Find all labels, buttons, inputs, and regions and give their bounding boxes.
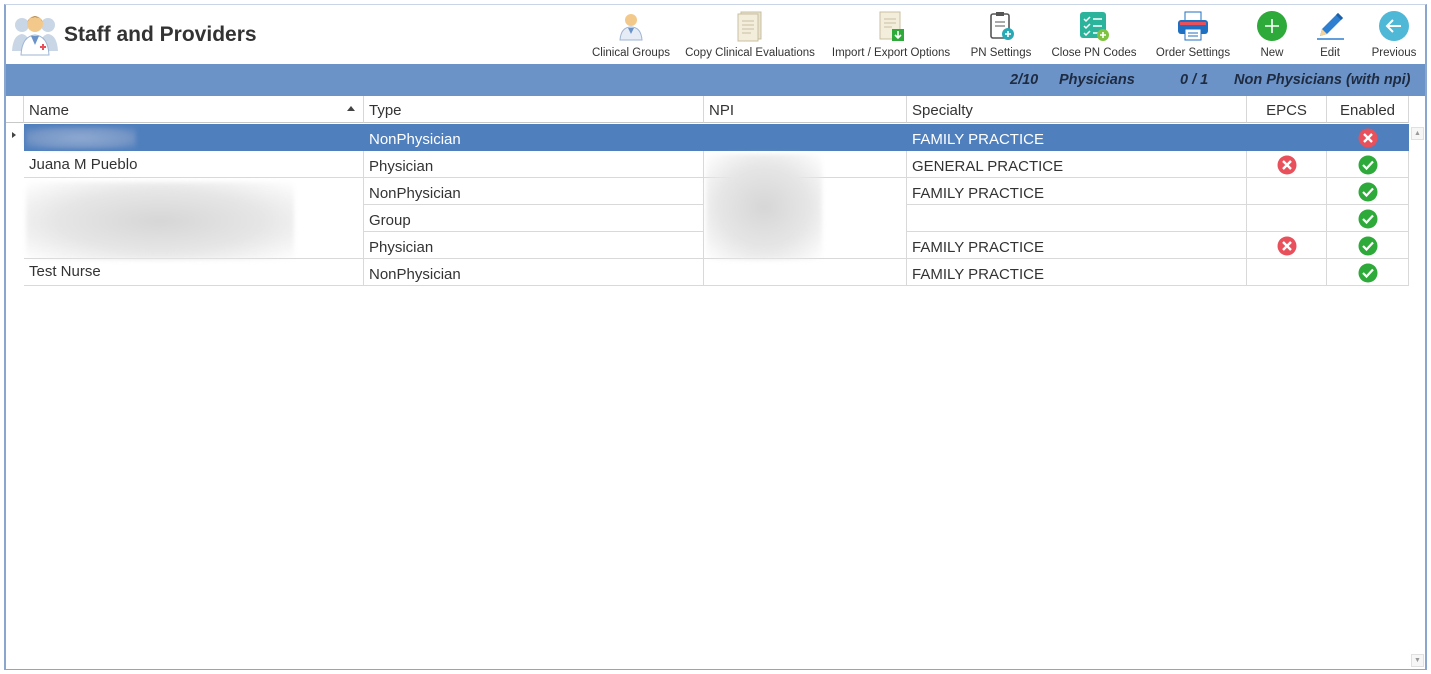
cell-type: Physician — [364, 151, 704, 178]
cell-enabled — [1327, 205, 1409, 232]
cell-specialty: FAMILY PRACTICE — [907, 178, 1247, 205]
nonphysicians-count: 0 / 1 — [1180, 72, 1209, 88]
document-copy-icon — [737, 11, 762, 42]
cell-type: NonPhysician — [364, 124, 704, 151]
redacted-names — [26, 182, 294, 260]
column-header-epcs[interactable]: EPCS — [1247, 96, 1327, 123]
physicians-label: Physicians — [1059, 72, 1135, 88]
arrow-left-circle-icon — [1379, 11, 1409, 41]
vertical-scrollbar[interactable]: ▲ ▼ — [1410, 124, 1425, 669]
nonphysicians-label: Non Physicians (with npi) — [1234, 72, 1411, 88]
row-header-corner — [6, 96, 24, 123]
printer-icon — [1178, 11, 1208, 41]
import-export-options-button[interactable]: Import / Export Options — [826, 5, 956, 63]
cell-name: Juana M Pueblo — [24, 151, 364, 178]
status-bar: 2/10 Physicians 0 / 1 Non Physicians (wi… — [6, 64, 1425, 96]
plus-circle-icon — [1257, 11, 1287, 41]
cell-specialty — [907, 205, 1247, 232]
column-header-enabled[interactable]: Enabled — [1327, 96, 1409, 123]
cell-enabled — [1327, 232, 1409, 259]
column-header-specialty[interactable]: Specialty — [907, 96, 1247, 123]
cell-specialty: FAMILY PRACTICE — [907, 232, 1247, 259]
cell-npi — [704, 124, 907, 151]
header: Staff and Providers Clinical Groups Copy… — [6, 5, 1425, 63]
checklist-add-icon — [1080, 12, 1109, 41]
column-header-type[interactable]: Type — [364, 96, 704, 123]
cell-epcs — [1247, 124, 1327, 151]
close-pn-codes-button[interactable]: Close PN Codes — [1046, 5, 1142, 63]
cell-specialty: GENERAL PRACTICE — [907, 151, 1247, 178]
cell-enabled — [1327, 259, 1409, 286]
redacted-name — [26, 127, 136, 149]
current-row-indicator — [12, 132, 16, 138]
cell-type: Physician — [364, 232, 704, 259]
document-import-icon — [879, 11, 904, 41]
table-row[interactable]: Test Nurse NonPhysician FAMILY PRACTICE — [24, 259, 1409, 286]
check-circle-icon — [1358, 236, 1377, 256]
check-circle-icon — [1358, 155, 1377, 175]
previous-button[interactable]: Previous — [1368, 5, 1420, 63]
cell-epcs — [1247, 178, 1327, 205]
column-header-npi[interactable]: NPI — [704, 96, 907, 123]
cell-npi — [704, 259, 907, 286]
sort-ascending-icon — [347, 106, 355, 111]
scroll-up-button[interactable]: ▲ — [1411, 127, 1424, 140]
pn-settings-button[interactable]: PN Settings — [964, 5, 1038, 63]
redacted-npi — [706, 154, 822, 260]
order-settings-button[interactable]: Order Settings — [1150, 5, 1236, 63]
cell-epcs — [1247, 205, 1327, 232]
app-window: Staff and Providers Clinical Groups Copy… — [4, 4, 1427, 670]
pencil-icon — [1317, 13, 1344, 40]
table-row[interactable]: NonPhysician FAMILY PRACTICE — [24, 124, 1409, 151]
x-circle-icon — [1277, 155, 1296, 175]
cell-epcs — [1247, 232, 1327, 259]
check-circle-icon — [1358, 182, 1377, 202]
cell-epcs — [1247, 259, 1327, 286]
cell-specialty: FAMILY PRACTICE — [907, 259, 1247, 286]
copy-clinical-evaluations-button[interactable]: Copy Clinical Evaluations — [682, 5, 818, 63]
cell-type: NonPhysician — [364, 259, 704, 286]
doctor-group-icon — [619, 14, 643, 41]
check-circle-icon — [1358, 263, 1377, 283]
staff-grid: Name Type NPI Specialty EPCS Enabled Non… — [6, 96, 1425, 669]
cell-enabled — [1327, 151, 1409, 178]
cell-epcs — [1247, 151, 1327, 178]
scroll-down-button[interactable]: ▼ — [1411, 654, 1424, 667]
column-header-name[interactable]: Name — [24, 96, 364, 123]
x-circle-icon — [1358, 128, 1377, 148]
edit-button[interactable]: Edit — [1308, 5, 1352, 63]
check-circle-icon — [1358, 209, 1377, 229]
clipboard-add-icon — [990, 12, 1014, 40]
x-circle-icon — [1277, 236, 1296, 256]
cell-enabled — [1327, 124, 1409, 151]
cell-type: NonPhysician — [364, 178, 704, 205]
clinical-groups-button[interactable]: Clinical Groups — [590, 5, 672, 63]
cell-name: Test Nurse — [24, 259, 364, 286]
cell-enabled — [1327, 178, 1409, 205]
cell-type: Group — [364, 205, 704, 232]
page-title: Staff and Providers — [64, 23, 257, 46]
doctor-users-icon — [12, 16, 58, 56]
physicians-count: 2/10 — [1010, 72, 1039, 88]
new-button[interactable]: New — [1250, 5, 1294, 63]
cell-specialty: FAMILY PRACTICE — [907, 124, 1247, 151]
